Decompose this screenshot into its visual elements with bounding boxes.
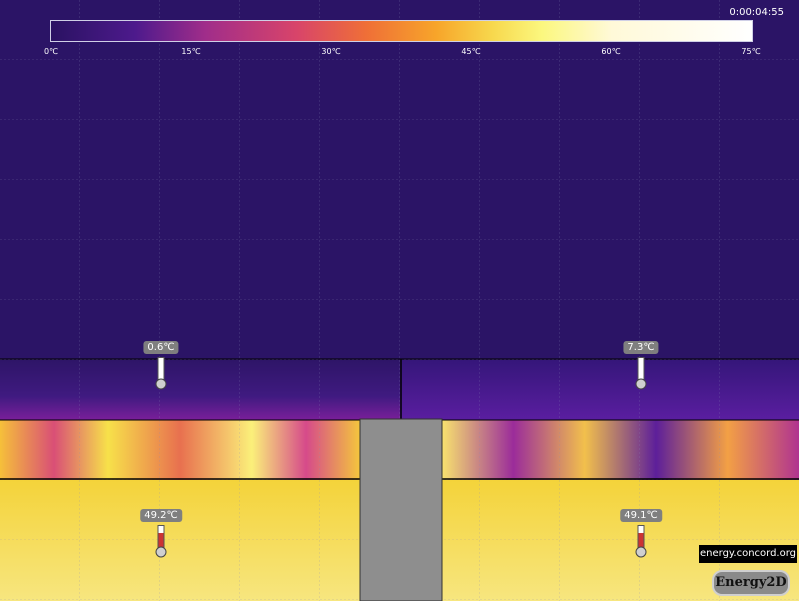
scale-tick-label: 60℃ (601, 47, 621, 56)
energy2d-logo: Energy2D (712, 570, 790, 596)
thermometer-bulb-icon (155, 378, 167, 390)
sensor-reading: 0.6℃ (143, 341, 179, 354)
scale-tick-label: 45℃ (461, 47, 481, 56)
scale-tick-label: 0℃ (43, 47, 59, 56)
thermometer-bulb-icon (635, 378, 647, 390)
thermometer-bulb-icon (155, 546, 167, 558)
sensor-reading: 7.3℃ (623, 341, 659, 354)
sensor-reading: 49.2℃ (140, 509, 182, 522)
scale-tick-label: 15℃ (181, 47, 201, 56)
elapsed-time: 0:00:04:55 (729, 7, 784, 18)
website-link[interactable]: energy.concord.org (699, 545, 797, 563)
scale-tick-label: 75℃ (741, 47, 761, 56)
thermometer-bulb-icon (635, 546, 647, 558)
partition-block[interactable] (359, 418, 443, 601)
sensor-reading: 49.1℃ (620, 509, 662, 522)
temperature-scale-bar (50, 20, 753, 42)
simulation-canvas[interactable] (0, 0, 799, 601)
scale-tick-label: 30℃ (321, 47, 341, 56)
